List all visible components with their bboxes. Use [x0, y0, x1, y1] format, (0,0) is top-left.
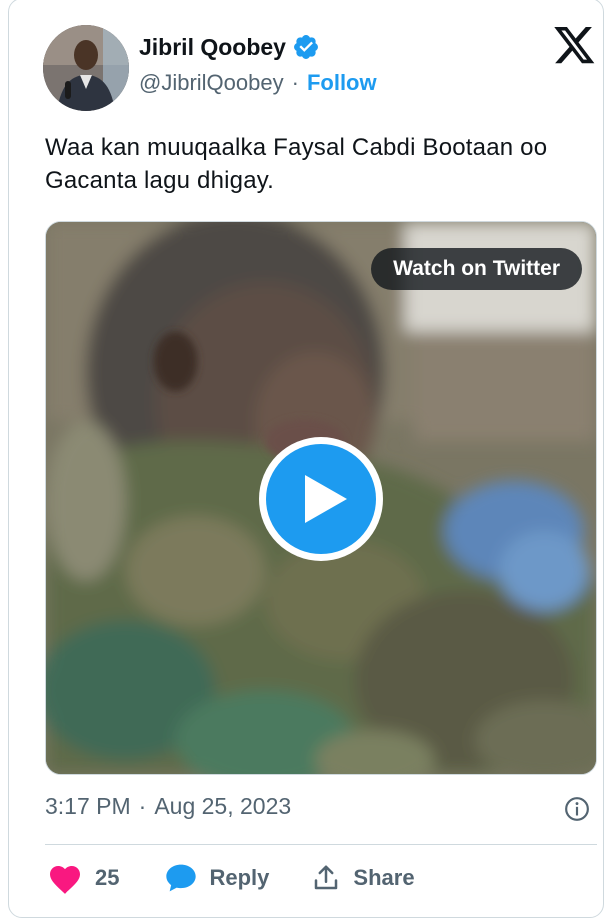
reply-button[interactable]: Reply	[165, 863, 269, 893]
tweet-timestamp[interactable]: 3:17 PM · Aug 25, 2023	[45, 793, 291, 820]
play-icon	[305, 475, 347, 523]
tweet-actions: 25 Reply Share	[45, 861, 415, 895]
x-logo-icon[interactable]	[554, 27, 596, 65]
share-icon	[315, 865, 338, 890]
heart-icon	[50, 866, 80, 894]
like-button[interactable]: 25	[47, 861, 119, 895]
author-name[interactable]: Jibril Qoobey	[139, 34, 286, 61]
video-thumbnail[interactable]: Watch on Twitter	[45, 221, 597, 775]
share-button[interactable]: Share	[311, 863, 415, 893]
reply-label: Reply	[209, 865, 270, 890]
tweet-card: Jibril Qoobey @JibrilQoobey · Follow Waa…	[8, 0, 604, 918]
timestamp-separator: ·	[138, 793, 147, 819]
handle-separator: ·	[291, 70, 299, 95]
play-button-circle	[266, 444, 376, 554]
avatar-photo	[43, 25, 129, 111]
author-name-row: Jibril Qoobey	[139, 33, 320, 61]
tweet-time: 3:17 PM	[45, 793, 131, 819]
verified-badge-icon	[294, 35, 318, 59]
info-icon[interactable]	[564, 796, 590, 822]
follow-button[interactable]: Follow	[307, 70, 377, 96]
play-button[interactable]	[259, 437, 383, 561]
watch-on-twitter-button[interactable]: Watch on Twitter	[371, 248, 582, 290]
tweet-date: Aug 25, 2023	[154, 793, 292, 819]
share-label: Share	[353, 865, 415, 890]
like-count: 25	[95, 865, 120, 890]
author-handle[interactable]: @JibrilQoobey	[139, 70, 284, 96]
author-avatar[interactable]	[43, 25, 129, 111]
reply-icon	[166, 864, 197, 892]
tweet-text: Waa kan muuqaalka Faysal Cabdi Bootaan o…	[45, 134, 548, 194]
actions-divider	[45, 844, 597, 845]
author-handle-row: @JibrilQoobey · Follow	[139, 70, 377, 96]
